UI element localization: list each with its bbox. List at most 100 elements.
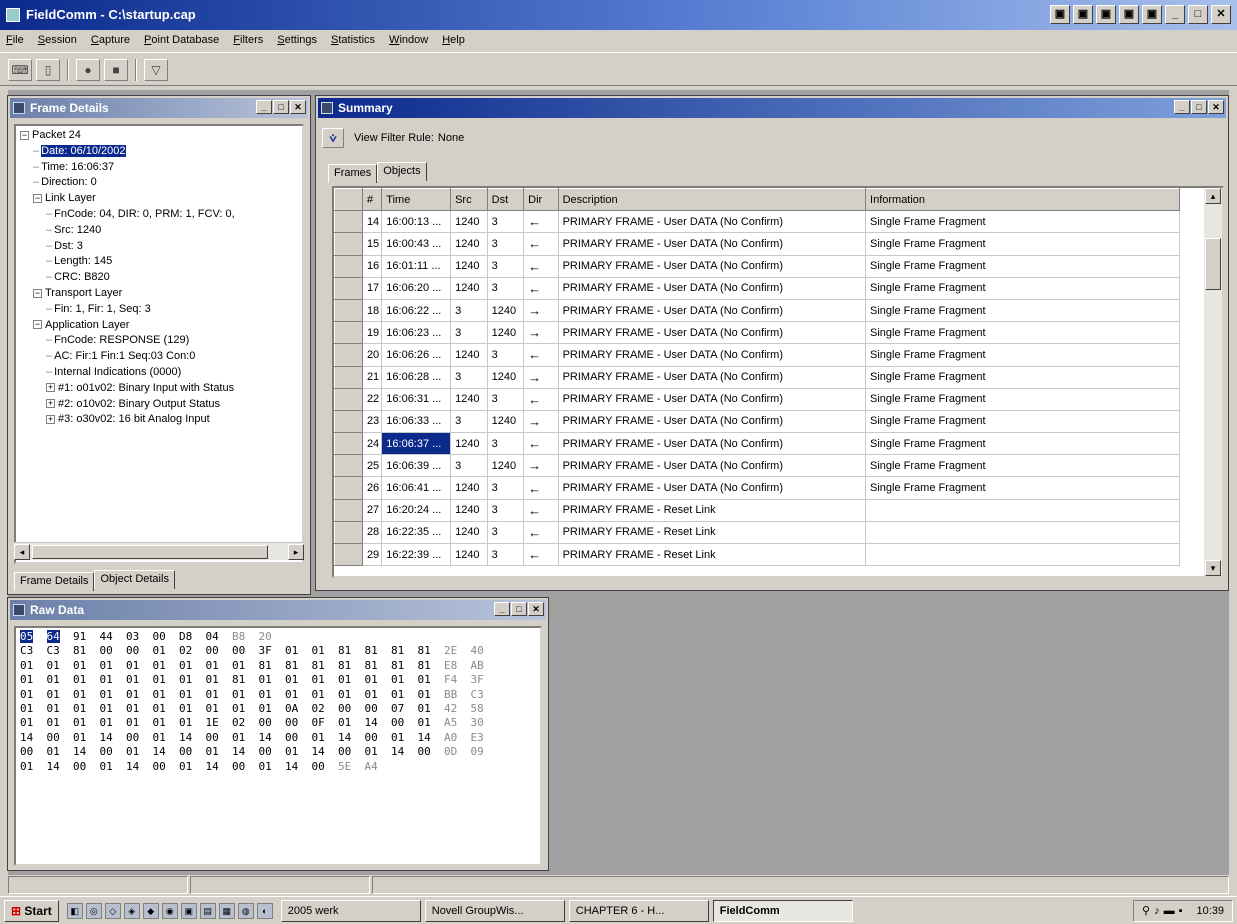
row-header[interactable] (334, 520, 363, 545)
menu-item-point-database[interactable]: Point Database (144, 34, 219, 48)
new-icon[interactable]: ▯ (36, 59, 60, 81)
menu-item-filters[interactable]: Filters (233, 34, 263, 48)
vertical-scrollbar[interactable]: ▴ ▾ (1204, 188, 1222, 576)
tree-node[interactable]: – Dst: 3 (20, 239, 298, 255)
menu-item-statistics[interactable]: Statistics (331, 34, 375, 48)
tree-node[interactable]: + #3: o30v02: 16 bit Analog Input (20, 412, 298, 428)
title-button[interactable]: ▣ (1073, 5, 1093, 24)
title-button[interactable]: ▣ (1119, 5, 1139, 24)
tray-icon[interactable]: ▬ (1164, 905, 1175, 917)
collapse-icon[interactable]: − (20, 130, 29, 140)
row-header[interactable] (334, 232, 363, 256)
quicklaunch-icon[interactable]: ◐ (256, 902, 273, 919)
tree-node[interactable]: − Application Layer (20, 318, 298, 334)
expand-icon[interactable]: + (46, 414, 55, 424)
quicklaunch-icon[interactable]: ◈ (123, 902, 140, 919)
scroll-thumb[interactable] (32, 545, 268, 559)
table-row[interactable]: 23 16:06:33 ... 3 1240 → PRIMARY FRAME - User… (334, 409, 1180, 434)
column-header[interactable]: Src (450, 188, 488, 212)
menu-item-capture[interactable]: Capture (91, 34, 130, 48)
maximize-button[interactable]: □ (511, 602, 527, 616)
tab-frame-details[interactable]: Frame Details (14, 572, 95, 591)
menu-item-window[interactable]: Window (389, 34, 428, 48)
tree-node[interactable]: + #1: o01v02: Binary Input with Status (20, 381, 298, 397)
filter-icon[interactable]: ▽ (144, 59, 168, 81)
tree-node[interactable]: – FnCode: RESPONSE (129) (20, 333, 298, 349)
title-button[interactable]: ▣ (1142, 5, 1162, 24)
minimize-button[interactable]: _ (1174, 100, 1190, 114)
raw-data-hex[interactable]: 05 64 91 44 03 00 D8 04 B8 20 C3 C3 81 00… (14, 626, 542, 866)
row-header[interactable] (334, 387, 363, 411)
row-header[interactable] (334, 409, 363, 434)
table-row[interactable]: 21 16:06:28 ... 3 1240 → PRIMARY FRAME - User… (334, 365, 1180, 389)
expand-icon[interactable]: + (46, 383, 55, 393)
frame-details-titlebar[interactable]: Frame Details _ □ ✕ (10, 98, 308, 118)
tree-node[interactable]: – CRC: B820 (20, 270, 298, 286)
table-row[interactable]: 14 16:00:13 ... 1240 3 ← PRIMARY FRAME - User… (334, 210, 1180, 234)
title-button[interactable]: ▣ (1050, 5, 1070, 24)
tree-node[interactable]: – Internal Indications (0000) (20, 365, 298, 381)
close-button[interactable]: ✕ (528, 602, 544, 616)
tree-node[interactable]: − Link Layer (20, 191, 298, 207)
record-icon[interactable]: ● (76, 59, 100, 81)
tray-icon[interactable]: ▪ (1179, 905, 1183, 917)
table-row[interactable]: 29 16:22:39 ... 1240 3 ← PRIMARY FRAME - Rese… (334, 542, 1180, 567)
title-button[interactable]: ▣ (1096, 5, 1116, 24)
table-row[interactable]: 28 16:22:35 ... 1240 3 ← PRIMARY FRAME - Rese… (334, 520, 1180, 545)
minimize-button[interactable]: _ (494, 602, 510, 616)
open-icon[interactable]: ⌨ (8, 59, 32, 81)
quicklaunch-icon[interactable]: ▦ (218, 902, 235, 919)
row-header[interactable] (334, 210, 363, 234)
row-header[interactable] (334, 343, 363, 367)
quicklaunch-icon[interactable]: ▤ (199, 902, 216, 919)
row-header[interactable] (334, 498, 363, 522)
quicklaunch-icon[interactable]: ◆ (142, 902, 159, 919)
row-header[interactable] (334, 321, 363, 345)
stop-icon[interactable]: ■ (104, 59, 128, 81)
table-row[interactable]: 19 16:06:23 ... 3 1240 → PRIMARY FRAME - User… (334, 321, 1180, 345)
tree-node[interactable]: – Date: 06/10/2002 (20, 144, 298, 160)
tray-icon[interactable]: ♪ (1154, 905, 1160, 917)
row-header[interactable] (334, 454, 363, 478)
start-button[interactable]: ⊞ Start (4, 899, 59, 922)
table-row[interactable]: 18 16:06:22 ... 3 1240 → PRIMARY FRAME - User… (334, 298, 1180, 323)
horizontal-scrollbar[interactable]: ◂ ▸ (14, 542, 304, 560)
app-titlebar[interactable]: FieldComm - C:\startup.cap ▣ ▣ ▣ ▣ ▣ _ □ ✕ (0, 0, 1237, 30)
taskbar-task[interactable]: 2005 werk (280, 899, 421, 922)
menu-item-help[interactable]: Help (442, 34, 465, 48)
minimize-button[interactable]: _ (256, 100, 272, 114)
column-header[interactable]: Dst (486, 188, 525, 212)
collapse-icon[interactable]: − (33, 320, 42, 330)
frame-details-tree[interactable]: − Packet 24– Date: 06/10/2002– Time: 16:06:… (14, 124, 304, 564)
scroll-left-icon[interactable]: ◂ (14, 544, 30, 560)
table-row[interactable]: 22 16:06:31 ... 1240 3 ← PRIMARY FRAME - User… (334, 387, 1180, 411)
table-row[interactable]: 20 16:06:26 ... 1240 3 ← PRIMARY FRAME - User… (334, 343, 1180, 367)
tree-node[interactable]: – Src: 1240 (20, 223, 298, 239)
row-header[interactable] (334, 542, 363, 567)
row-header[interactable] (334, 365, 363, 389)
tree-node[interactable]: − Transport Layer (20, 286, 298, 302)
close-button[interactable]: ✕ (290, 100, 306, 114)
column-header[interactable]: Description (557, 188, 867, 212)
table-row[interactable]: 27 16:20:24 ... 1240 3 ← PRIMARY FRAME - Rese… (334, 498, 1180, 522)
row-header[interactable] (334, 276, 363, 300)
scroll-up-icon[interactable]: ▴ (1205, 188, 1221, 204)
title-button[interactable]: ✕ (1211, 5, 1231, 24)
taskbar-task[interactable]: Novell GroupWis... (424, 899, 565, 922)
tray-icon[interactable]: ⚲ (1142, 904, 1150, 917)
tree-node[interactable]: – Time: 16:06:37 (20, 160, 298, 176)
menu-item-file[interactable]: File (6, 34, 24, 48)
filter-arrow-icon[interactable]: ⩒ (322, 128, 344, 148)
raw-data-titlebar[interactable]: Raw Data _ □ ✕ (10, 600, 546, 620)
tree-node[interactable]: – Direction: 0 (20, 175, 298, 191)
tab-objects[interactable]: Objects (377, 162, 427, 181)
tree-node[interactable]: – AC: Fir:1 Fin:1 Seq:03 Con:0 (20, 349, 298, 365)
table-row[interactable]: 26 16:06:41 ... 1240 3 ← PRIMARY FRAME - User… (334, 476, 1180, 500)
quicklaunch-icon[interactable]: ◇ (104, 902, 121, 919)
table-row[interactable]: 17 16:06:20 ... 1240 3 ← PRIMARY FRAME - User… (334, 276, 1180, 300)
collapse-icon[interactable]: − (33, 193, 42, 203)
scroll-right-icon[interactable]: ▸ (288, 544, 304, 560)
quicklaunch-icon[interactable]: ◧ (66, 902, 83, 919)
column-header[interactable]: Time (381, 188, 452, 212)
tree-node[interactable]: – Fin: 1, Fir: 1, Seq: 3 (20, 302, 298, 318)
